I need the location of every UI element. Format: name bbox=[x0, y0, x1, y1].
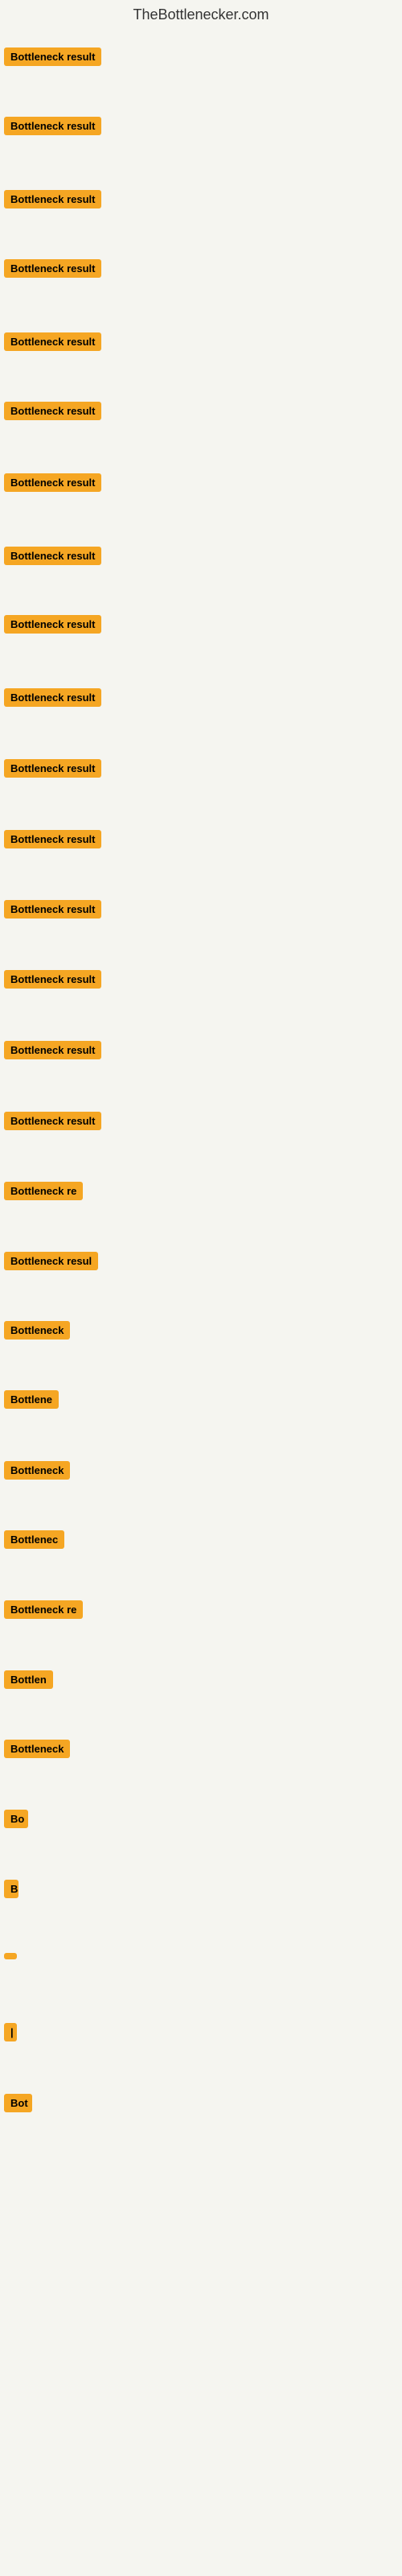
bottleneck-badge[interactable]: Bottleneck result bbox=[4, 117, 101, 135]
bottleneck-badge[interactable]: Bottleneck result bbox=[4, 547, 101, 565]
bottleneck-item: Bottleneck result bbox=[4, 47, 101, 70]
bottleneck-badge[interactable]: Bottleneck result bbox=[4, 332, 101, 351]
bottleneck-badge[interactable]: Bottleneck bbox=[4, 1321, 70, 1340]
bottleneck-badge[interactable]: Bottleneck result bbox=[4, 1041, 101, 1059]
bottleneck-item: Bottleneck result bbox=[4, 190, 101, 213]
bottleneck-badge[interactable]: Bottleneck result bbox=[4, 615, 101, 634]
bottleneck-item: Bottleneck result bbox=[4, 688, 101, 711]
bottleneck-badge[interactable]: Bottleneck result bbox=[4, 830, 101, 848]
bottleneck-badge[interactable]: Bottlen bbox=[4, 1670, 53, 1689]
bottleneck-badge[interactable]: Bottleneck result bbox=[4, 688, 101, 707]
bottleneck-item: Bottleneck re bbox=[4, 1182, 83, 1204]
bottleneck-item: Bottleneck result bbox=[4, 473, 101, 496]
bottleneck-item: Bottleneck bbox=[4, 1461, 70, 1484]
bottleneck-item: Bottlen bbox=[4, 1670, 53, 1693]
bottleneck-item: Bottleneck result bbox=[4, 830, 101, 852]
bottleneck-item: Bottleneck result bbox=[4, 117, 101, 139]
bottleneck-item: | bbox=[4, 2023, 17, 2046]
bottleneck-badge[interactable]: Bottleneck result bbox=[4, 473, 101, 492]
bottleneck-badge[interactable]: Bottleneck result bbox=[4, 900, 101, 919]
bottleneck-item: Bottleneck result bbox=[4, 1112, 101, 1134]
bottleneck-badge[interactable]: Bottleneck result bbox=[4, 970, 101, 989]
site-title: TheBottlenecker.com bbox=[0, 0, 402, 27]
bottleneck-badge[interactable]: | bbox=[4, 2023, 17, 2041]
bottleneck-item: Bottleneck bbox=[4, 1321, 70, 1344]
bottleneck-item: Bottleneck result bbox=[4, 547, 101, 569]
bottleneck-item: Bottleneck bbox=[4, 1740, 70, 1762]
bottleneck-item: Bottleneck result bbox=[4, 759, 101, 782]
bottleneck-badge[interactable]: Bottleneck result bbox=[4, 259, 101, 278]
bottleneck-badge[interactable]: Bottleneck result bbox=[4, 47, 101, 66]
bottleneck-badge[interactable]: Bottleneck bbox=[4, 1461, 70, 1480]
bottleneck-item: Bot bbox=[4, 2094, 32, 2116]
bottleneck-item: Bottleneck re bbox=[4, 1600, 83, 1623]
bottleneck-item: Bottleneck result bbox=[4, 615, 101, 638]
bottleneck-badge[interactable]: Bottleneck bbox=[4, 1740, 70, 1758]
bottleneck-item: Bottleneck resul bbox=[4, 1252, 98, 1274]
bottleneck-item: Bo bbox=[4, 1810, 28, 1832]
bottleneck-badge[interactable] bbox=[4, 1953, 17, 1959]
bottleneck-item: Bottleneck result bbox=[4, 1041, 101, 1063]
bottleneck-badge[interactable]: Bottleneck result bbox=[4, 1112, 101, 1130]
bottleneck-item: Bottleneck result bbox=[4, 402, 101, 424]
bottleneck-badge[interactable]: Bottleneck re bbox=[4, 1600, 83, 1619]
bottleneck-badge[interactable]: Bottleneck result bbox=[4, 759, 101, 778]
bottleneck-item bbox=[4, 1949, 17, 1963]
bottleneck-badge[interactable]: Bottleneck result bbox=[4, 190, 101, 208]
bottleneck-badge[interactable]: Bottleneck result bbox=[4, 402, 101, 420]
bottleneck-badge[interactable]: Bottleneck re bbox=[4, 1182, 83, 1200]
bottleneck-badge[interactable]: B bbox=[4, 1880, 18, 1898]
bottleneck-badge[interactable]: Bo bbox=[4, 1810, 28, 1828]
bottleneck-badge[interactable]: Bottlenec bbox=[4, 1530, 64, 1549]
bottleneck-item: Bottlene bbox=[4, 1390, 59, 1413]
bottleneck-item: Bottleneck result bbox=[4, 970, 101, 993]
bottleneck-item: Bottleneck result bbox=[4, 900, 101, 923]
bottleneck-item: B bbox=[4, 1880, 18, 1902]
bottleneck-item: Bottleneck result bbox=[4, 332, 101, 355]
bottleneck-badge[interactable]: Bot bbox=[4, 2094, 32, 2112]
bottleneck-badge[interactable]: Bottleneck resul bbox=[4, 1252, 98, 1270]
bottleneck-item: Bottleneck result bbox=[4, 259, 101, 282]
bottleneck-badge[interactable]: Bottlene bbox=[4, 1390, 59, 1409]
bottleneck-item: Bottlenec bbox=[4, 1530, 64, 1553]
